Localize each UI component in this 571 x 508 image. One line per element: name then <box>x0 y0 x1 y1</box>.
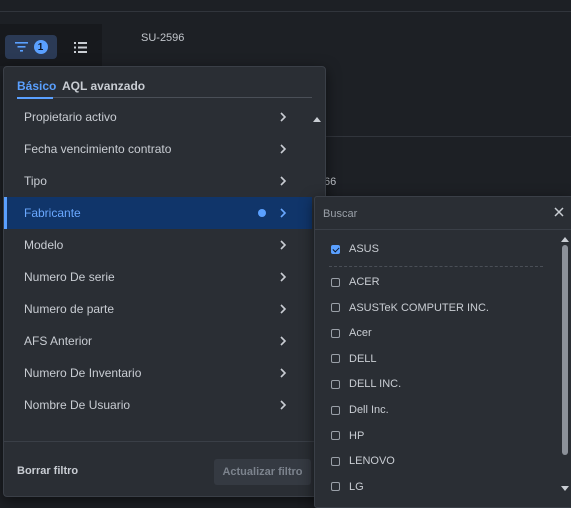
scroll-up-icon[interactable] <box>313 117 321 122</box>
option-label: LENOVO <box>349 455 395 468</box>
manufacturer-option[interactable]: ASUSTeK COMPUTER INC. <box>331 298 489 318</box>
filter-dropdown: Básico AQL avanzado Propietario activo Fe… <box>3 66 326 497</box>
menu-item-label: Fecha vencimiento contrato <box>24 142 172 156</box>
checkbox[interactable] <box>331 328 340 338</box>
clear-filter-button[interactable]: Borrar filtro <box>17 465 78 477</box>
menu-item[interactable]: Propietario activo <box>4 101 312 133</box>
option-label: HP <box>349 429 365 442</box>
chevron-right-icon <box>280 240 287 250</box>
filter-icon <box>14 42 28 52</box>
option-label: ASUS <box>349 243 379 255</box>
menu-item-label: Modelo <box>24 238 64 252</box>
option-label: DELL INC. <box>349 378 402 391</box>
filter-count-badge: 1 <box>33 40 48 54</box>
menu-item-label: Fabricante <box>24 206 81 220</box>
menu-item-label: Numero De serie <box>24 270 115 284</box>
option-label: LG <box>349 480 364 493</box>
filter-tabs: Básico AQL avanzado <box>17 79 312 99</box>
menu-item[interactable]: Fecha vencimiento contrato <box>4 133 312 165</box>
menu-item-label: Numero de parte <box>24 302 115 316</box>
chevron-right-icon <box>280 144 287 154</box>
checkbox[interactable] <box>331 379 340 389</box>
search-bar <box>315 197 571 230</box>
manufacturer-option[interactable]: ASUS <box>331 239 379 259</box>
manufacturer-option[interactable]: Dell Inc. <box>331 400 389 420</box>
manufacturer-submenu: ASUS ACER ASUSTeK COMPUTER INC. Acer DELL DEL… <box>314 196 571 508</box>
chevron-right-icon <box>280 368 287 378</box>
list-view-button[interactable] <box>64 35 96 59</box>
checkbox[interactable] <box>331 405 340 415</box>
manufacturer-option[interactable]: Acer <box>331 323 372 343</box>
checkbox[interactable] <box>331 354 340 364</box>
background-row-text: SU-2596 <box>141 32 185 44</box>
option-label: ASUSTeK COMPUTER INC. <box>349 301 489 314</box>
menu-item[interactable]: Tipo <box>4 165 312 197</box>
tab-aql-advanced[interactable]: AQL avanzado <box>62 79 145 93</box>
menu-item[interactable]: Numero De Inventario <box>4 357 312 389</box>
field-list: Propietario activo Fecha vencimiento cont… <box>4 101 312 427</box>
submenu-scrollbar[interactable] <box>561 237 569 491</box>
menu-item[interactable]: Nombre De Usuario <box>4 389 312 421</box>
background-divider <box>324 136 571 137</box>
menu-item[interactable]: AFS Anterior <box>4 325 312 357</box>
menu-item-label: Numero De Inventario <box>24 366 142 380</box>
manufacturer-option[interactable]: LENOVO <box>331 451 395 471</box>
menu-item[interactable]: Numero de parte <box>4 293 312 325</box>
search-input[interactable] <box>321 203 535 225</box>
checkbox[interactable] <box>331 482 340 492</box>
menu-item-label: Tipo <box>24 174 47 188</box>
menu-item-label: AFS Anterior <box>24 334 93 348</box>
update-filter-button[interactable]: Actualizar filtro <box>214 459 311 485</box>
manufacturer-option[interactable]: LG <box>331 477 364 497</box>
chevron-right-icon <box>280 208 287 218</box>
menu-item[interactable]: Modelo <box>4 229 312 261</box>
chevron-right-icon <box>280 336 287 346</box>
dropdown-footer: Borrar filtro Actualizar filtro <box>4 441 325 497</box>
active-filter-dot-icon <box>258 209 266 217</box>
manufacturer-option[interactable]: HP <box>331 426 364 446</box>
menu-item-label: Propietario activo <box>24 110 117 124</box>
checkbox[interactable] <box>331 277 340 287</box>
background-divider <box>0 11 571 12</box>
scroll-up-icon[interactable] <box>561 237 569 242</box>
menu-item-label: Nombre De Usuario <box>24 398 131 412</box>
scrollbar-thumb[interactable] <box>562 245 568 455</box>
checkbox[interactable] <box>331 456 340 466</box>
manufacturer-option[interactable]: ACER <box>331 272 380 292</box>
menu-item[interactable]: Fabricante <box>4 197 312 229</box>
selected-divider <box>329 266 543 267</box>
option-label: ACER <box>349 276 380 288</box>
chevron-right-icon <box>280 272 287 282</box>
tab-basic[interactable]: Básico <box>17 79 56 93</box>
menu-item[interactable]: Numero De serie <box>4 261 312 293</box>
chevron-right-icon <box>280 304 287 314</box>
scroll-down-icon[interactable] <box>561 486 569 491</box>
chevron-right-icon <box>280 400 287 410</box>
option-label: DELL <box>349 352 377 365</box>
checkbox[interactable] <box>331 303 340 313</box>
option-label: Acer <box>349 327 372 340</box>
filter-button[interactable]: 1 <box>5 35 57 59</box>
option-label: Dell Inc. <box>349 404 389 416</box>
manufacturer-option[interactable]: DELL <box>331 349 377 369</box>
checkbox[interactable] <box>331 431 340 441</box>
chevron-right-icon <box>280 176 287 186</box>
manufacturer-option[interactable]: DELL INC. <box>331 374 401 394</box>
list-icon <box>73 41 87 53</box>
checkbox-checked[interactable] <box>331 244 340 254</box>
close-icon[interactable] <box>552 205 566 219</box>
active-tab-indicator <box>17 97 53 99</box>
chevron-right-icon <box>280 112 287 122</box>
